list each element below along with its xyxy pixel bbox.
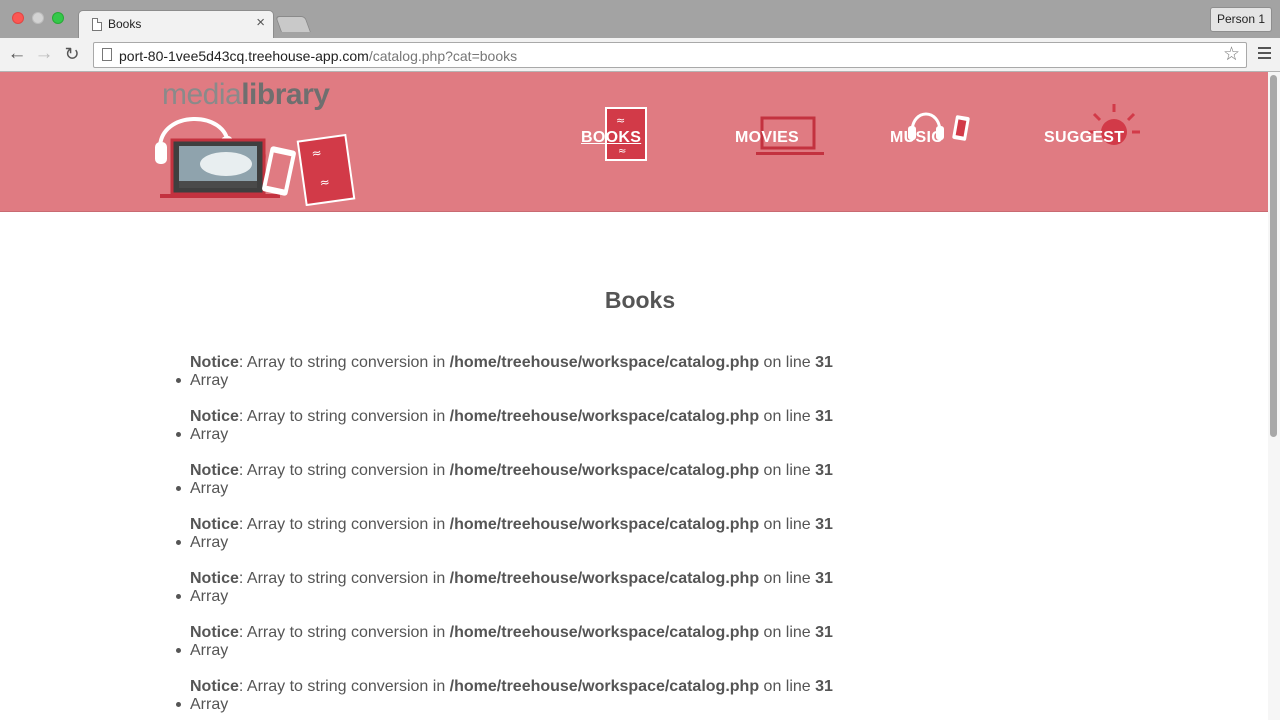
- php-notice: Notice: Array to string conversion in /h…: [190, 408, 833, 425]
- url-path: /catalog.php?cat=books: [368, 48, 518, 64]
- browser-titlebar: Books × Person 1: [0, 0, 1280, 38]
- back-arrow-icon[interactable]: ←: [5, 42, 29, 66]
- svg-text:≈: ≈: [311, 146, 323, 161]
- list-item: Notice: Array to string conversion in /h…: [176, 516, 1090, 570]
- browser-toolbar: ← → ↻ port-80-1vee5d43cq.treehouse-app.c…: [0, 38, 1280, 72]
- php-notice: Notice: Array to string conversion in /h…: [190, 570, 833, 587]
- item-value: Array: [190, 696, 229, 713]
- forward-arrow-icon[interactable]: →: [32, 42, 56, 66]
- bookmark-star-icon[interactable]: ☆: [1223, 44, 1240, 66]
- item-value: Array: [190, 426, 229, 443]
- list-item: Notice: Array to string conversion in /h…: [176, 678, 1090, 720]
- browser-tab-active[interactable]: Books ×: [78, 10, 274, 38]
- list-item: Notice: Array to string conversion in /h…: [176, 354, 1090, 408]
- item-value: Array: [190, 372, 229, 389]
- list-bullet: [176, 486, 181, 491]
- page-viewport: medialibrary ≈ ≈ ≈ ≈ BOOKS MOVIES MUSIC …: [0, 72, 1280, 720]
- site-header: medialibrary ≈ ≈ ≈ ≈ BOOKS MOVIES MUSIC …: [0, 72, 1268, 212]
- php-notice: Notice: Array to string conversion in /h…: [190, 624, 833, 641]
- list-bullet: [176, 702, 181, 707]
- svg-text:≈: ≈: [616, 114, 625, 127]
- nav-link-books[interactable]: BOOKS: [581, 129, 641, 147]
- list-bullet: [176, 594, 181, 599]
- php-notice: Notice: Array to string conversion in /h…: [190, 462, 833, 479]
- address-bar[interactable]: port-80-1vee5d43cq.treehouse-app.com/cat…: [93, 42, 1247, 68]
- catalog-list: Notice: Array to string conversion in /h…: [176, 354, 1090, 720]
- php-notice: Notice: Array to string conversion in /h…: [190, 678, 833, 695]
- list-bullet: [176, 432, 181, 437]
- tab-close-icon[interactable]: ×: [256, 15, 265, 30]
- nav-link-suggest[interactable]: SUGGEST: [1044, 129, 1124, 147]
- scrollbar-thumb[interactable]: [1270, 75, 1277, 437]
- list-bullet: [176, 648, 181, 653]
- nav-link-movies[interactable]: MOVIES: [735, 129, 799, 147]
- item-value: Array: [190, 480, 229, 497]
- list-item: Notice: Array to string conversion in /h…: [176, 570, 1090, 624]
- nav-link-music[interactable]: MUSIC: [890, 129, 943, 147]
- main-nav: ≈ ≈ BOOKS MOVIES MUSIC SUGGEST: [560, 102, 1160, 182]
- item-value: Array: [190, 534, 229, 551]
- browser-menu-icon[interactable]: [1258, 47, 1271, 62]
- page-title: Books: [604, 287, 676, 313]
- php-notice: Notice: Array to string conversion in /h…: [190, 516, 833, 533]
- url-host: port-80-1vee5d43cq.treehouse-app.com: [119, 48, 369, 64]
- media-library-logo[interactable]: medialibrary ≈ ≈: [152, 78, 362, 206]
- new-tab-button[interactable]: [275, 16, 311, 32]
- list-bullet: [176, 540, 181, 545]
- tab-title: Books: [108, 17, 142, 31]
- svg-text:≈: ≈: [618, 146, 626, 157]
- list-bullet: [176, 378, 181, 383]
- window-minimize-button[interactable]: [32, 12, 44, 24]
- list-item: Notice: Array to string conversion in /h…: [176, 462, 1090, 516]
- item-value: Array: [190, 588, 229, 605]
- page-icon: [92, 18, 102, 31]
- logo-illustration: ≈ ≈: [155, 117, 356, 206]
- vertical-scrollbar[interactable]: [1268, 72, 1280, 720]
- window-zoom-button[interactable]: [52, 12, 64, 24]
- svg-text:≈: ≈: [319, 175, 331, 190]
- list-item: Notice: Array to string conversion in /h…: [176, 624, 1090, 678]
- page-info-icon[interactable]: [102, 48, 112, 61]
- php-notice: Notice: Array to string conversion in /h…: [190, 354, 833, 371]
- profile-button[interactable]: Person 1: [1209, 7, 1272, 32]
- reload-icon[interactable]: ↻: [60, 42, 84, 66]
- window-close-button[interactable]: [12, 12, 24, 24]
- item-value: Array: [190, 642, 229, 659]
- url-text[interactable]: port-80-1vee5d43cq.treehouse-app.com/cat…: [119, 48, 517, 64]
- list-item: Notice: Array to string conversion in /h…: [176, 408, 1090, 462]
